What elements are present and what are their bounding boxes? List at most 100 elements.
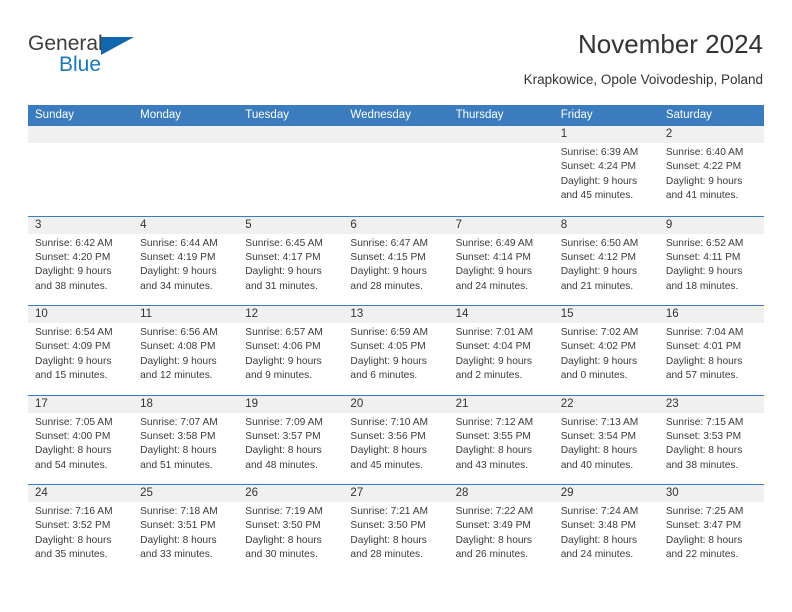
daylight-text-line2: and 12 minutes. [140, 370, 213, 382]
day-cell[interactable]: 15 Sunrise: 7:02 AM Sunset: 4:02 PM Dayl… [553, 306, 659, 395]
daylight-text-line2: and 31 minutes. [245, 280, 318, 292]
daylight-text-line2: and 43 minutes. [455, 459, 529, 471]
sunrise-text: Sunrise: 6:42 AM [35, 237, 113, 249]
daylight-text-line2: and 34 minutes. [140, 280, 213, 292]
sunrise-text: Sunrise: 7:04 AM [665, 327, 744, 338]
day-cell[interactable]: 20 Sunrise: 7:10 AM Sunset: 3:56 PM Dayl… [343, 395, 449, 484]
day-number: 14 [448, 306, 554, 323]
day-cell[interactable]: 18 Sunrise: 7:07 AM Sunset: 3:58 PM Dayl… [133, 395, 239, 484]
sunset-text: Sunset: 4:06 PM [245, 341, 321, 353]
day-cell[interactable]: 1 Sunrise: 6:39 AM Sunset: 4:24 PM Dayli… [553, 126, 659, 216]
sunrise-text: Sunrise: 6:39 AM [560, 147, 639, 158]
sunrise-text: Sunrise: 6:52 AM [665, 237, 744, 249]
daylight-text-line2: and 48 minutes. [245, 459, 318, 471]
daylight-text-line1: Daylight: 8 hours [665, 534, 743, 546]
day-details: Sunrise: 7:04 AM Sunset: 4:01 PM Dayligh… [659, 323, 764, 384]
daylight-text-line1: Daylight: 8 hours [560, 534, 638, 546]
day-number: 12 [238, 306, 344, 323]
day-cell[interactable]: 7 Sunrise: 6:49 AM Sunset: 4:14 PM Dayli… [448, 216, 554, 305]
day-cell[interactable]: 6 Sunrise: 6:47 AM Sunset: 4:15 PM Dayli… [343, 216, 449, 305]
day-details: Sunrise: 6:54 AM Sunset: 4:09 PM Dayligh… [28, 323, 133, 384]
day-number: 8 [553, 216, 659, 234]
day-cell[interactable]: 27 Sunrise: 7:21 AM Sunset: 3:50 PM Dayl… [343, 485, 449, 574]
day-cell[interactable]: 28 Sunrise: 7:22 AM Sunset: 3:49 PM Dayl… [448, 485, 554, 574]
sunrise-text: Sunrise: 6:47 AM [350, 237, 429, 249]
sunset-text: Sunset: 3:57 PM [245, 430, 321, 442]
daylight-text-line2: and 28 minutes. [350, 280, 423, 292]
day-cell[interactable]: 24 Sunrise: 7:16 AM Sunset: 3:52 PM Dayl… [28, 485, 134, 574]
day-details: Sunrise: 7:13 AM Sunset: 3:54 PM Dayligh… [554, 413, 659, 474]
daylight-text-line1: Daylight: 9 hours [560, 355, 638, 367]
day-number: 17 [28, 395, 134, 413]
day-number: 5 [238, 216, 344, 234]
sunset-text: Sunset: 4:01 PM [665, 341, 742, 353]
sunrise-text: Sunrise: 6:50 AM [560, 237, 639, 249]
day-cell[interactable]: 25 Sunrise: 7:18 AM Sunset: 3:51 PM Dayl… [133, 485, 239, 574]
sunset-text: Sunset: 4:22 PM [665, 161, 742, 173]
daylight-text-line1: Daylight: 8 hours [35, 534, 112, 546]
daylight-text-line1: Daylight: 9 hours [245, 355, 322, 367]
daylight-text-line2: and 22 minutes. [665, 549, 739, 561]
day-cell[interactable]: 19 Sunrise: 7:09 AM Sunset: 3:57 PM Dayl… [238, 395, 344, 484]
day-details: Sunrise: 7:18 AM Sunset: 3:51 PM Dayligh… [133, 502, 238, 563]
sunrise-text: Sunrise: 6:44 AM [140, 237, 218, 249]
day-details: Sunrise: 7:02 AM Sunset: 4:02 PM Dayligh… [554, 323, 659, 384]
day-cell[interactable]: 11 Sunrise: 6:56 AM Sunset: 4:08 PM Dayl… [133, 306, 239, 395]
day-cell[interactable]: 30 Sunrise: 7:25 AM Sunset: 3:47 PM Dayl… [658, 485, 764, 574]
calendar-week-row: 17 Sunrise: 7:05 AM Sunset: 4:00 PM Dayl… [28, 394, 764, 484]
day-details: Sunrise: 7:22 AM Sunset: 3:49 PM Dayligh… [449, 502, 554, 563]
day-details: Sunrise: 6:47 AM Sunset: 4:15 PM Dayligh… [343, 234, 448, 295]
day-number: 2 [658, 126, 764, 143]
day-cell-empty [133, 126, 239, 216]
general-blue-logo[interactable]: General Blue [28, 32, 158, 88]
day-cell[interactable]: 2 Sunrise: 6:40 AM Sunset: 4:22 PM Dayli… [658, 126, 764, 216]
day-cell[interactable]: 14 Sunrise: 7:01 AM Sunset: 4:04 PM Dayl… [448, 306, 554, 395]
daylight-text-line2: and 9 minutes. [245, 370, 313, 382]
daylight-text-line2: and 6 minutes. [350, 370, 418, 382]
daylight-text-line1: Daylight: 9 hours [35, 355, 112, 367]
day-number: 13 [343, 306, 449, 323]
sunrise-text: Sunrise: 6:57 AM [245, 327, 323, 338]
day-cell[interactable]: 10 Sunrise: 6:54 AM Sunset: 4:09 PM Dayl… [28, 306, 134, 395]
day-number: 29 [553, 485, 659, 502]
calendar-week-row: 1 Sunrise: 6:39 AM Sunset: 4:24 PM Dayli… [28, 126, 764, 216]
weekday-header-sunday: Sunday [35, 109, 75, 121]
day-cell[interactable]: 17 Sunrise: 7:05 AM Sunset: 4:00 PM Dayl… [28, 395, 134, 484]
day-cell[interactable]: 3 Sunrise: 6:42 AM Sunset: 4:20 PM Dayli… [28, 216, 134, 305]
sunset-text: Sunset: 3:58 PM [140, 430, 216, 442]
day-cell[interactable]: 4 Sunrise: 6:44 AM Sunset: 4:19 PM Dayli… [133, 216, 239, 305]
day-details: Sunrise: 7:25 AM Sunset: 3:47 PM Dayligh… [659, 502, 764, 563]
sunset-text: Sunset: 4:17 PM [245, 251, 321, 263]
day-number: 23 [658, 395, 764, 413]
weekday-header-tuesday: Tuesday [245, 109, 289, 121]
day-cell[interactable]: 26 Sunrise: 7:19 AM Sunset: 3:50 PM Dayl… [238, 485, 344, 574]
sunset-text: Sunset: 4:15 PM [350, 251, 426, 263]
day-cell[interactable]: 22 Sunrise: 7:13 AM Sunset: 3:54 PM Dayl… [553, 395, 659, 484]
day-cell[interactable]: 29 Sunrise: 7:24 AM Sunset: 3:48 PM Dayl… [553, 485, 659, 574]
sunset-text: Sunset: 3:56 PM [350, 430, 426, 442]
day-details: Sunrise: 6:50 AM Sunset: 4:12 PM Dayligh… [554, 234, 659, 295]
day-number: 22 [553, 395, 659, 413]
day-number: 24 [28, 485, 134, 502]
day-cell[interactable]: 5 Sunrise: 6:45 AM Sunset: 4:17 PM Dayli… [238, 216, 344, 305]
sunset-text: Sunset: 3:48 PM [560, 520, 637, 532]
calendar-week-row: 24 Sunrise: 7:16 AM Sunset: 3:52 PM Dayl… [28, 484, 764, 574]
sunset-text: Sunset: 4:02 PM [560, 341, 637, 353]
day-cell[interactable]: 23 Sunrise: 7:15 AM Sunset: 3:53 PM Dayl… [658, 395, 764, 484]
day-cell[interactable]: 9 Sunrise: 6:52 AM Sunset: 4:11 PM Dayli… [658, 216, 764, 305]
day-cell[interactable]: 8 Sunrise: 6:50 AM Sunset: 4:12 PM Dayli… [553, 216, 659, 305]
day-cell[interactable]: 12 Sunrise: 6:57 AM Sunset: 4:06 PM Dayl… [238, 306, 344, 395]
day-number: 30 [658, 485, 764, 502]
day-cell[interactable]: 21 Sunrise: 7:12 AM Sunset: 3:55 PM Dayl… [448, 395, 554, 484]
day-details: Sunrise: 6:49 AM Sunset: 4:14 PM Dayligh… [449, 234, 554, 295]
day-number: 11 [133, 306, 239, 323]
day-details: Sunrise: 6:39 AM Sunset: 4:24 PM Dayligh… [554, 143, 659, 204]
day-cell[interactable]: 16 Sunrise: 7:04 AM Sunset: 4:01 PM Dayl… [658, 306, 764, 395]
day-cell[interactable]: 13 Sunrise: 6:59 AM Sunset: 4:05 PM Dayl… [343, 306, 449, 395]
daylight-text-line1: Daylight: 9 hours [455, 266, 533, 278]
day-number: 9 [658, 216, 764, 234]
calendar-week-row: 3 Sunrise: 6:42 AM Sunset: 4:20 PM Dayli… [28, 215, 764, 305]
day-number: 4 [133, 216, 239, 234]
day-number: 18 [133, 395, 239, 413]
sunrise-text: Sunrise: 7:12 AM [455, 416, 534, 428]
